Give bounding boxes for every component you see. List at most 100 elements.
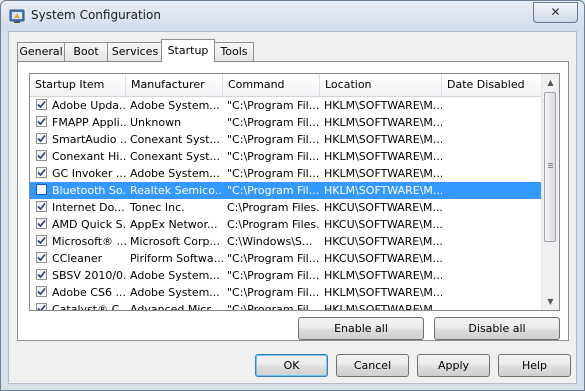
tab-general[interactable]: General	[17, 42, 65, 61]
enable-all-button[interactable]: Enable all	[298, 317, 424, 340]
cell-manufacturer: Conexant Syst...	[130, 133, 221, 146]
checkbox-checked[interactable]	[36, 235, 47, 246]
checkmark-icon	[37, 236, 46, 245]
help-button[interactable]: Help	[498, 354, 571, 377]
close-button[interactable]: ✕	[533, 2, 578, 23]
chevron-down-icon: ▼	[547, 297, 554, 306]
dialog-client-area: General Boot Services Startup Tools Star…	[8, 31, 577, 384]
column-header-command[interactable]: Command	[223, 74, 320, 96]
cell-date-disabled	[442, 250, 543, 267]
cell-startup-item: Internet Do...	[52, 201, 125, 214]
table-row[interactable]: FMAPP Appli... Unknown "C:\Program Fil... H…	[30, 114, 543, 131]
scroll-down-arrow[interactable]: ▼	[542, 293, 559, 310]
cell-manufacturer: Conexant Syst...	[130, 150, 221, 163]
checkbox-checked[interactable]	[36, 218, 47, 229]
cell-manufacturer: Adobe System...	[130, 269, 220, 282]
checkmark-icon	[37, 304, 46, 310]
table-row[interactable]: Adobe Upda... Adobe System... "C:\Program …	[30, 97, 543, 114]
button-label: Disable all	[468, 322, 526, 335]
button-label: OK	[283, 359, 300, 372]
cell-startup-item: CCleaner	[52, 252, 103, 265]
startup-panel: Startup Item Manufacturer Command Locati…	[17, 61, 569, 341]
checkmark-icon	[37, 151, 46, 160]
chevron-up-icon: ▲	[547, 78, 554, 87]
button-label: Apply	[437, 359, 470, 372]
checkbox-checked[interactable]	[36, 252, 47, 263]
cell-manufacturer: Advanced Micr...	[130, 303, 221, 311]
apply-button[interactable]: Apply	[417, 354, 490, 377]
table-row[interactable]: AMD Quick S... AppEx Networ... C:\Program …	[30, 216, 543, 233]
grip-line	[548, 165, 553, 166]
startup-items-list[interactable]: Startup Item Manufacturer Command Locati…	[29, 73, 560, 311]
tab-label: Services	[111, 45, 159, 58]
column-header-manufacturer[interactable]: Manufacturer	[126, 74, 223, 96]
column-header-startup-item[interactable]: Startup Item	[30, 74, 126, 96]
checkbox-checked[interactable]	[36, 167, 47, 178]
cell-date-disabled	[442, 114, 543, 131]
checkbox-unchecked[interactable]	[36, 184, 47, 195]
tab-tools[interactable]: Tools	[214, 42, 254, 61]
list-header: Startup Item Manufacturer Command Locati…	[30, 74, 543, 97]
cell-location: HKLM\SOFTWARE\M...	[324, 167, 442, 180]
column-header-location[interactable]: Location	[320, 74, 442, 96]
cell-command: "C:\Program Fil...	[227, 99, 320, 112]
checkbox-checked[interactable]	[36, 150, 47, 161]
table-row[interactable]: Conexant Hi... Conexant Syst... "C:\Progra…	[30, 148, 543, 165]
table-row[interactable]: Internet Do... Tonec Inc. C:\Program Files…	[30, 199, 543, 216]
tab-services[interactable]: Services	[107, 42, 163, 61]
grip-line	[548, 167, 553, 168]
table-row[interactable]: CCleaner Piriform Softwa... "C:\Program Fi…	[30, 250, 543, 267]
checkbox-checked[interactable]	[36, 99, 47, 110]
vertical-scrollbar[interactable]: ▲ ▼	[541, 74, 559, 310]
table-row[interactable]: Adobe CS6 ... Adobe System... "C:\Program …	[30, 284, 543, 301]
table-row[interactable]: Catalyst® C... Advanced Micr... "C:\Progra…	[30, 301, 543, 311]
checkmark-icon	[37, 253, 46, 262]
cell-command: C:\Program Files...	[227, 218, 320, 231]
cell-startup-item: GC Invoker ...	[52, 167, 126, 180]
table-row[interactable]: SmartAudio ... Conexant Syst... "C:\Progra…	[30, 131, 543, 148]
cell-date-disabled	[442, 165, 543, 182]
cell-command: "C:\Program Fil...	[227, 303, 320, 311]
cell-manufacturer: Adobe System...	[130, 286, 220, 299]
tab-label: Boot	[73, 45, 99, 58]
checkbox-checked[interactable]	[36, 269, 47, 280]
checkbox-checked[interactable]	[36, 286, 47, 297]
scroll-up-arrow[interactable]: ▲	[542, 74, 559, 91]
checkbox-checked[interactable]	[36, 133, 47, 144]
close-icon: ✕	[550, 5, 561, 19]
tab-label: Tools	[220, 45, 248, 58]
system-configuration-window: System Configuration ✕ General Boot Serv…	[0, 0, 585, 391]
checkbox-checked[interactable]	[36, 303, 47, 310]
column-header-date-disabled[interactable]: Date Disabled	[442, 74, 543, 96]
cancel-button[interactable]: Cancel	[336, 354, 409, 377]
scroll-thumb[interactable]	[544, 92, 556, 242]
table-row[interactable]: SBSV 2010/0... Adobe System... "C:\Program…	[30, 267, 543, 284]
cell-location: HKLM\SOFTWARE\M...	[324, 269, 442, 282]
ok-button[interactable]: OK	[255, 354, 328, 377]
tab-startup[interactable]: Startup	[161, 39, 215, 62]
disable-all-button[interactable]: Disable all	[434, 317, 560, 340]
cell-startup-item: SBSV 2010/0...	[52, 269, 126, 282]
cell-location: HKLM\SOFTWARE\M...	[324, 184, 442, 197]
cell-location: HKLM\SOFTWARE\M...	[324, 116, 442, 129]
cell-command: "C:\Program Fil...	[227, 116, 320, 129]
cell-date-disabled	[442, 182, 543, 199]
cell-manufacturer: Microsoft Corp...	[130, 235, 220, 248]
cell-location: HKCU\SOFTWARE\M...	[324, 235, 442, 248]
cell-manufacturer: Tonec Inc.	[130, 201, 185, 214]
table-row[interactable]: Microsoft® ... Microsoft Corp... C:\Window…	[30, 233, 543, 250]
table-row[interactable]: GC Invoker ... Adobe System... "C:\Program…	[30, 165, 543, 182]
cell-startup-item: Adobe Upda...	[52, 99, 126, 112]
tab-boot[interactable]: Boot	[64, 42, 108, 61]
cell-date-disabled	[442, 97, 543, 114]
checkbox-checked[interactable]	[36, 201, 47, 212]
title-bar[interactable]: System Configuration ✕	[1, 1, 584, 31]
checkbox-checked[interactable]	[36, 116, 47, 127]
cell-date-disabled	[442, 233, 543, 250]
cell-command: "C:\Program Fil...	[227, 167, 320, 180]
cell-manufacturer: Realtek Semico...	[130, 184, 223, 197]
cell-location: HKCU\SOFTWARE\M...	[324, 218, 442, 231]
cell-startup-item: FMAPP Appli...	[52, 116, 126, 129]
table-row[interactable]: Bluetooth So... Realtek Semico... "C:\Prog…	[30, 182, 543, 199]
cell-date-disabled	[442, 131, 543, 148]
